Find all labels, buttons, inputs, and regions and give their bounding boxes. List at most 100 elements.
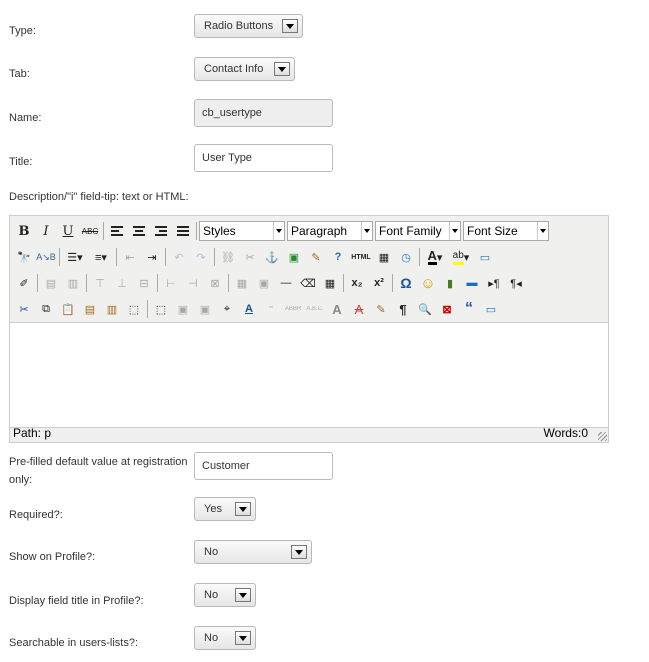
rtl-button[interactable]: ¶◂ xyxy=(505,272,527,294)
insert-layer-button[interactable]: ⬚ xyxy=(150,298,172,320)
html-source-button[interactable]: HTML xyxy=(349,246,373,268)
display-title-select[interactable]: No xyxy=(194,583,256,607)
blockquote-button[interactable]: “ xyxy=(458,298,480,320)
prefilled-default-input[interactable]: Customer xyxy=(194,452,333,480)
move-forward-button[interactable]: ▣ xyxy=(172,298,194,320)
name-input[interactable]: cb_usertype xyxy=(194,99,333,127)
editor-toolbar-row-1: B I U ABC Styles Paragraph Font Family F… xyxy=(13,219,551,243)
insert-row-before-button[interactable]: ⊤ xyxy=(89,272,111,294)
paste-word-button[interactable]: ▥ xyxy=(101,298,123,320)
paste-button[interactable]: 📋 xyxy=(57,298,79,320)
media-button[interactable]: ▮ xyxy=(439,272,461,294)
redo-icon: ↷ xyxy=(196,251,206,264)
italic-button[interactable]: I xyxy=(35,220,57,242)
preview-button[interactable]: 🔍 xyxy=(414,298,436,320)
unlink-button[interactable]: ✂ xyxy=(239,246,261,268)
required-select[interactable]: Yes xyxy=(194,497,256,521)
align-left-icon xyxy=(111,226,123,236)
image-button[interactable]: ▣ xyxy=(283,246,305,268)
format-dropdown[interactable]: Paragraph xyxy=(287,221,373,241)
remove-format-button[interactable]: ⌫ xyxy=(297,272,319,294)
outdent-button[interactable]: ⇤ xyxy=(119,246,141,268)
move-backward-button[interactable]: ▣ xyxy=(194,298,216,320)
indent-button[interactable]: ⇥ xyxy=(141,246,163,268)
advanced-hr-button[interactable]: ▬ xyxy=(461,272,483,294)
align-right-button[interactable] xyxy=(150,220,172,242)
strikethrough-button[interactable]: ABC xyxy=(79,220,101,242)
delete-row-icon: ⊟ xyxy=(139,277,149,290)
select-all-button[interactable]: ⬚ xyxy=(123,298,145,320)
undo-button[interactable]: ↶ xyxy=(168,246,190,268)
html-icon: HTML xyxy=(351,253,371,261)
paste-text-button[interactable]: ▤ xyxy=(79,298,101,320)
show-blocks-button[interactable]: ¶ xyxy=(392,298,414,320)
merge-cells-button[interactable]: ▣ xyxy=(253,272,275,294)
nonbreaking-button[interactable]: ⊠ xyxy=(436,298,458,320)
bold-button[interactable]: B xyxy=(13,220,35,242)
type-select[interactable]: Radio Buttons xyxy=(194,14,303,38)
split-cells-button[interactable]: ▦ xyxy=(231,272,253,294)
fullscreen-icon: ▭ xyxy=(479,251,491,264)
highlight-color-button[interactable]: ab ▾ xyxy=(448,246,474,268)
delete-row-button[interactable]: ⊟ xyxy=(133,272,155,294)
title-input[interactable]: User Type xyxy=(194,144,333,172)
help-button[interactable]: ? xyxy=(327,246,349,268)
align-justify-button[interactable] xyxy=(172,220,194,242)
horizontal-rule-button[interactable]: — xyxy=(275,272,297,294)
film-icon: ▮ xyxy=(446,277,454,290)
del-icon: A xyxy=(354,301,364,317)
ltr-button[interactable]: ▸¶ xyxy=(483,272,505,294)
replace-button[interactable]: A↘B xyxy=(35,246,57,268)
edit-css-button[interactable]: ✐ xyxy=(13,272,35,294)
attribs-button[interactable]: ✎ xyxy=(370,298,392,320)
align-center-button[interactable] xyxy=(128,220,150,242)
show-on-profile-select[interactable]: No xyxy=(194,540,312,564)
template-button[interactable]: ▭ xyxy=(480,298,502,320)
editor-content-area[interactable] xyxy=(10,322,608,428)
ins-button[interactable]: A xyxy=(326,298,348,320)
fullscreen-button[interactable]: ▭ xyxy=(474,246,496,268)
row-props-button[interactable]: ▤ xyxy=(40,272,62,294)
emoticon-button[interactable]: ☺ xyxy=(417,272,439,294)
styleprops-button[interactable]: A xyxy=(238,298,260,320)
insert-row-after-button[interactable]: ⊥ xyxy=(111,272,133,294)
font-family-dropdown[interactable]: Font Family xyxy=(375,221,461,241)
text-color-button[interactable]: A ▾ xyxy=(422,246,448,268)
insert-col-before-button[interactable]: ⊢ xyxy=(160,272,182,294)
del-button[interactable]: A xyxy=(348,298,370,320)
find-button[interactable]: 🔭 xyxy=(13,246,35,268)
cut-button[interactable]: ✂ xyxy=(13,298,35,320)
styles-dropdown[interactable]: Styles xyxy=(199,221,285,241)
searchable-select[interactable]: No xyxy=(194,626,256,650)
styles-dropdown-value: Styles xyxy=(203,224,236,238)
delete-col-button[interactable]: ⊠ xyxy=(204,272,226,294)
paste-word-icon: ▥ xyxy=(106,303,118,316)
special-char-button[interactable]: Ω xyxy=(395,272,417,294)
tab-select[interactable]: Contact Info xyxy=(194,57,295,81)
acronym-button[interactable]: A.B.C. xyxy=(304,298,326,320)
cite-button[interactable]: “” xyxy=(260,298,282,320)
redo-button[interactable]: ↷ xyxy=(190,246,212,268)
indent-icon: ⇥ xyxy=(147,251,157,264)
superscript-button[interactable]: x² xyxy=(368,272,390,294)
cleanup-button[interactable]: ✎ xyxy=(305,246,327,268)
font-size-dropdown[interactable]: Font Size xyxy=(463,221,549,241)
insert-col-after-button[interactable]: ⊣ xyxy=(182,272,204,294)
absolute-button[interactable]: ⌖ xyxy=(216,298,238,320)
visual-aid-button[interactable]: ▦ xyxy=(319,272,341,294)
bullet-list-button[interactable]: ☰▾ xyxy=(62,246,88,268)
subscript-button[interactable]: x₂ xyxy=(346,272,368,294)
abbr-button[interactable]: ABBR xyxy=(282,298,304,320)
underline-button[interactable]: U xyxy=(57,220,79,242)
anchor-button[interactable]: ⚓ xyxy=(261,246,283,268)
copy-button[interactable]: ⧉ xyxy=(35,298,57,320)
numbered-list-button[interactable]: ≡▾ xyxy=(88,246,114,268)
move-backward-icon: ▣ xyxy=(199,303,211,316)
insert-date-button[interactable]: ▦ xyxy=(373,246,395,268)
align-left-button[interactable] xyxy=(106,220,128,242)
cell-props-button[interactable]: ▥ xyxy=(62,272,84,294)
link-button[interactable]: ⛓ xyxy=(217,246,239,268)
resize-handle[interactable] xyxy=(598,432,607,441)
insert-time-button[interactable]: ◷ xyxy=(395,246,417,268)
align-right-icon xyxy=(155,226,167,236)
